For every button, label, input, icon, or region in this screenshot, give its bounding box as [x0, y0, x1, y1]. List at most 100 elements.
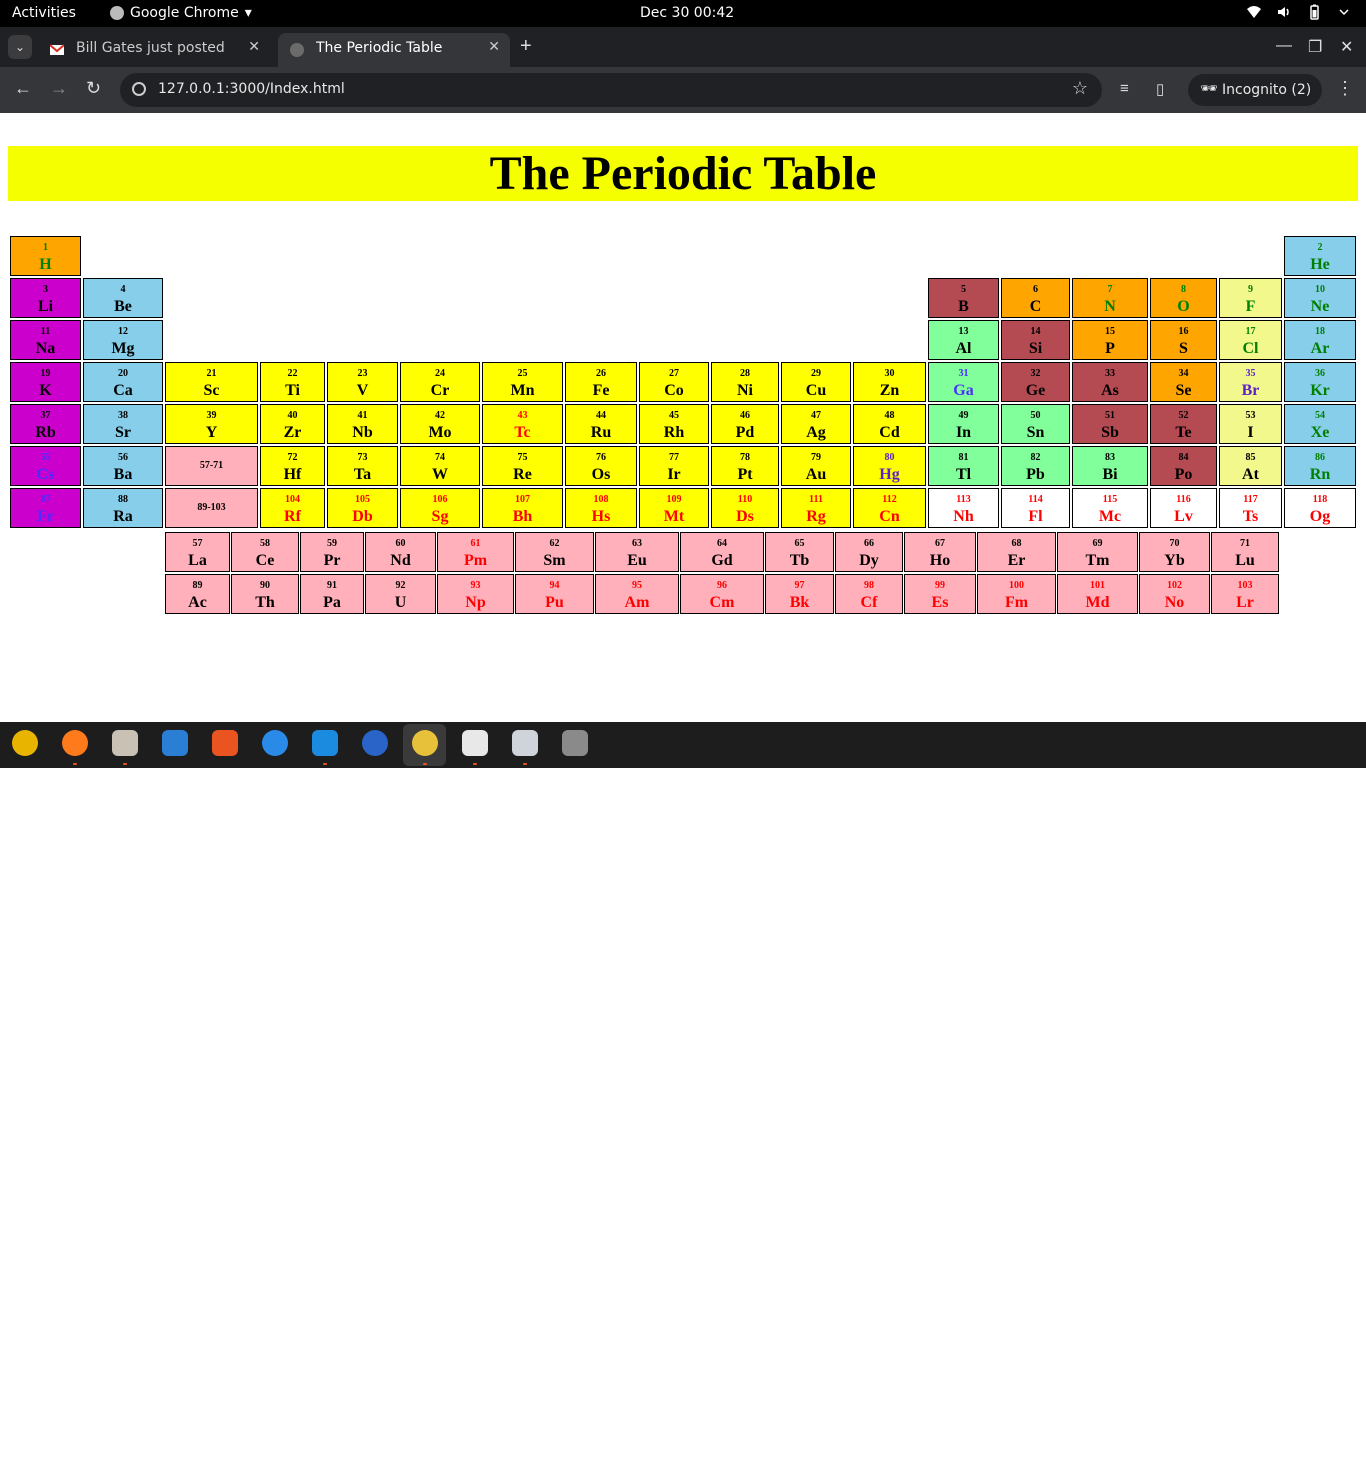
forward-icon[interactable]: → [50, 78, 68, 99]
page-content: The Periodic Table 1 H 2 He 3 Li 4 Be 5 B 6 C 7 N 8 O 9 F… [0, 114, 1366, 722]
firefox-icon[interactable] [62, 730, 88, 756]
element-cell-re: 75 Re [482, 446, 563, 486]
element-cell-bi: 83 Bi [1072, 446, 1148, 486]
minimize-icon[interactable]: — [1276, 37, 1292, 55]
element-symbol: Lr [1236, 594, 1254, 611]
incognito-icon: 🕶 [1200, 81, 1218, 97]
atomic-number: 30 [884, 368, 895, 379]
site-info-icon[interactable] [132, 82, 146, 96]
element-symbol: Sc [203, 382, 220, 399]
element-cell-ba: 56 Ba [83, 446, 163, 486]
vscode-icon[interactable] [312, 730, 338, 756]
media-controls-icon[interactable]: ≡ [1120, 80, 1138, 98]
element-cell-s: 16 S [1150, 320, 1217, 360]
element-symbol: B [958, 298, 969, 315]
chrome-icon[interactable] [412, 730, 438, 756]
atomic-number: 24 [435, 368, 445, 379]
side-panel-icon[interactable]: ▯ [1156, 80, 1174, 98]
files-icon[interactable] [112, 730, 138, 756]
reload-icon[interactable]: ↻ [86, 78, 101, 99]
running-indicator [123, 763, 127, 765]
element-cell-k: 19 K [10, 362, 81, 402]
element-symbol: V [356, 382, 369, 399]
restore-icon[interactable]: ❐ [1308, 37, 1322, 57]
software-icon[interactable] [212, 730, 238, 756]
atomic-number: 58 [260, 538, 270, 549]
atomic-number: 118 [1312, 494, 1328, 505]
system-tray[interactable] [1246, 4, 1352, 20]
atomic-number: 12 [118, 326, 128, 337]
element-cell-na: 11 Na [10, 320, 81, 360]
element-cell-in: 49 In [928, 404, 999, 444]
element-symbol: Si [1028, 340, 1043, 357]
element-cell-zn: 30 Zn [853, 362, 926, 402]
bookmark-star-icon[interactable]: ☆ [1072, 78, 1088, 99]
element-cell-cn: 112 Cn [853, 488, 926, 528]
element-symbol: Ce [255, 552, 275, 569]
incognito-profile-button[interactable]: 🕶 Incognito (2) [1188, 74, 1322, 106]
atomic-number: 116 [1176, 494, 1191, 505]
usb-drive-icon[interactable] [562, 730, 588, 756]
atomic-number: 72 [287, 452, 298, 463]
running-indicator [73, 763, 77, 765]
atomic-number: 45 [669, 410, 679, 421]
close-tab-icon[interactable]: ✕ [248, 39, 260, 55]
element-cell-xe: 54 Xe [1284, 404, 1356, 444]
element-cell-ti: 22 Ti [260, 362, 325, 402]
help-icon[interactable] [262, 730, 288, 756]
element-symbol: Am [624, 594, 650, 611]
element-symbol: Ca [113, 382, 133, 399]
element-cell-kr: 36 Kr [1284, 362, 1356, 402]
element-cell-fe: 26 Fe [565, 362, 637, 402]
close-window-icon[interactable]: ✕ [1340, 37, 1353, 57]
rhythmbox-icon[interactable] [12, 730, 38, 756]
element-cell-ta: 73 Ta [327, 446, 398, 486]
atomic-number: 99 [935, 580, 945, 591]
running-indicator [423, 763, 427, 765]
address-bar[interactable]: 127.0.0.1:3000/Index.html ☆ [120, 73, 1102, 107]
atomic-number: 34 [1178, 368, 1189, 379]
element-symbol: Rh [663, 424, 685, 441]
range-label: 89-103 [197, 502, 226, 513]
tab-search-button[interactable]: ⌄ [8, 35, 32, 59]
element-symbol: Ho [929, 552, 951, 569]
clock[interactable]: Dec 30 00:42 [640, 5, 734, 21]
show-apps-icon[interactable] [1331, 1458, 1351, 1483]
element-cell-mo: 42 Mo [400, 404, 480, 444]
element-cell-dy: 66 Dy [835, 532, 903, 572]
atomic-number: 79 [811, 452, 821, 463]
element-symbol: Mo [428, 424, 452, 441]
text-editor-icon[interactable] [462, 730, 488, 756]
element-cell-rb: 37 Rb [10, 404, 81, 444]
element-symbol: Ts [1242, 508, 1259, 525]
atomic-number: 106 [432, 494, 448, 505]
atomic-number: 111 [809, 494, 823, 505]
new-tab-icon[interactable]: + [520, 35, 532, 58]
tab-periodic-table[interactable]: The Periodic Table ✕ [278, 33, 510, 67]
activities-button[interactable]: Activities [12, 5, 76, 21]
atomic-number: 78 [740, 452, 750, 463]
element-symbol: Ti [285, 382, 300, 399]
back-icon[interactable]: ← [14, 78, 32, 99]
close-tab-icon[interactable]: ✕ [488, 39, 500, 55]
atomic-number: 83 [1105, 452, 1115, 463]
atomic-number: 64 [717, 538, 727, 549]
element-cell-ts: 117 Ts [1219, 488, 1282, 528]
element-cell-cu: 29 Cu [781, 362, 851, 402]
atomic-number: 11 [40, 326, 51, 337]
element-symbol: Eu [627, 552, 647, 569]
app-menu[interactable]: Google Chrome ▾ [110, 5, 252, 21]
thunderbird-icon[interactable] [362, 730, 388, 756]
element-symbol: Cn [879, 508, 900, 525]
atomic-number: 23 [357, 368, 368, 379]
element-cell-o: 8O [1150, 278, 1217, 318]
url-text[interactable]: 127.0.0.1:3000/Index.html [158, 81, 345, 97]
more-menu-icon[interactable]: ⋮ [1336, 78, 1354, 99]
writer-icon[interactable] [162, 730, 188, 756]
element-cell-li: 3 Li [10, 278, 81, 318]
running-indicator [523, 763, 527, 765]
document-viewer-icon[interactable] [512, 730, 538, 756]
atomic-number: 102 [1167, 580, 1182, 591]
tab-gmail[interactable]: Bill Gates just posted. Re ✕ [38, 33, 270, 67]
element-cell-cf: 98 Cf [835, 574, 903, 614]
